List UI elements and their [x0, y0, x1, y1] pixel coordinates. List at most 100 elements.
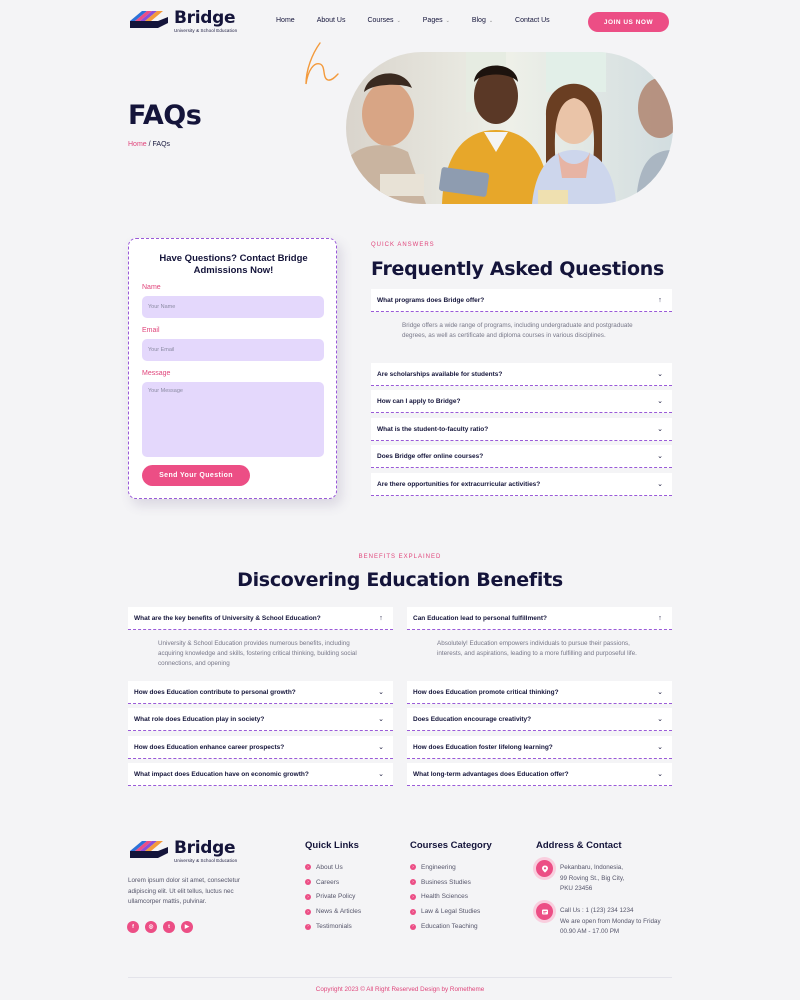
nav-pages[interactable]: Pages ⌄	[423, 17, 450, 24]
quick-links-heading: Quick Links	[305, 840, 359, 851]
benefit-item[interactable]: What impact does Education have on econo…	[128, 763, 393, 786]
breadcrumb: Home / FAQs	[128, 141, 170, 148]
send-question-button[interactable]: Send Your Question	[142, 465, 250, 486]
address-line: 99 Roving St., Big City,	[560, 874, 625, 882]
brand-name: Bridge	[174, 838, 236, 858]
main-nav: Home About Us Courses ⌄ Pages ⌄ Blog ⌄ Cont…	[276, 17, 572, 24]
benefit-question: What role does Education play in society…	[134, 715, 265, 723]
chevron-down-icon: ⌄	[445, 17, 450, 24]
breadcrumb-home-link[interactable]: Home	[128, 141, 147, 148]
faq-question: How can I apply to Bridge?	[377, 397, 461, 405]
join-us-button[interactable]: JOIN US NOW	[588, 12, 669, 32]
phone-icon	[536, 903, 553, 920]
location-icon	[536, 860, 553, 877]
chevron-down-icon: ⌄	[657, 426, 663, 433]
chevron-down-icon: ⌄	[378, 771, 384, 778]
benefit-question: What long-term advantages does Education…	[413, 770, 569, 778]
facebook-icon[interactable]: f	[127, 921, 139, 933]
arrow-right-icon: ›	[305, 864, 311, 871]
site-header: Bridge University & School Education Hom…	[0, 0, 800, 44]
footer-link-label: Testimonials	[316, 923, 352, 931]
footer-link-label: Private Policy	[316, 893, 356, 901]
footer-link[interactable]: › Business Studies	[410, 875, 480, 890]
faq-question: What programs does Bridge offer?	[377, 296, 485, 304]
message-textarea[interactable]: Your Message	[142, 382, 324, 457]
name-field[interactable]: Your Name	[142, 296, 324, 318]
nav-blog[interactable]: Blog ⌄	[472, 17, 493, 24]
footer-link-label: Education Teaching	[421, 923, 478, 931]
chevron-down-icon: ⌄	[657, 716, 663, 723]
youtube-icon[interactable]: ▶	[181, 921, 193, 933]
faq-question: What is the student-to-faculty ratio?	[377, 425, 489, 433]
footer-brand-logo[interactable]: Bridge University & School Education	[128, 839, 237, 864]
footer-link[interactable]: › Careers	[305, 875, 361, 890]
breadcrumb-current: FAQs	[152, 141, 171, 148]
benefits-eyebrow: BENEFITS EXPLAINED	[358, 554, 442, 560]
benefit-question: Does Education encourage creativity?	[413, 715, 532, 723]
footer-link-label: About Us	[316, 863, 343, 871]
chevron-down-icon: ⌄	[657, 453, 663, 460]
footer-link[interactable]: › Engineering	[410, 860, 480, 875]
nav-about-us[interactable]: About Us	[317, 17, 346, 24]
address-line: PKU 23456	[560, 885, 593, 892]
footer-divider	[128, 977, 672, 978]
faq-question: Are scholarships available for students?	[377, 370, 503, 378]
chevron-down-icon: ⌄	[657, 771, 663, 778]
courses-category-list: › Engineering › Business Studies › Health S…	[410, 860, 480, 934]
benefit-item[interactable]: How does Education enhance career prospe…	[128, 736, 393, 759]
twitter-icon[interactable]: t	[163, 921, 175, 933]
faq-question: Does Bridge offer online courses?	[377, 452, 484, 460]
footer-link[interactable]: › About Us	[305, 860, 361, 875]
faq-item[interactable]: How can I apply to Bridge? ⌄	[371, 390, 672, 413]
benefit-item[interactable]: What long-term advantages does Education…	[407, 763, 672, 786]
faq-item[interactable]: Does Bridge offer online courses? ⌄	[371, 445, 672, 468]
benefit-question: How does Education foster lifelong learn…	[413, 743, 553, 751]
email-field[interactable]: Your Email	[142, 339, 324, 361]
benefit-item-open[interactable]: What are the key benefits of University …	[128, 607, 393, 630]
brand-logo[interactable]: Bridge University & School Education	[128, 9, 237, 34]
faq-item[interactable]: Are scholarships available for students?…	[371, 363, 672, 386]
faq-item-open[interactable]: What programs does Bridge offer? ↑	[371, 289, 672, 312]
arrow-right-icon: ›	[410, 893, 416, 900]
benefit-item[interactable]: How does Education contribute to persona…	[128, 681, 393, 704]
footer-link-label: Law & Legal Studies	[421, 908, 481, 916]
brand-tagline: University & School Education	[174, 858, 238, 863]
arrow-right-icon: ›	[410, 879, 416, 886]
benefit-item[interactable]: Does Education encourage creativity? ⌄	[407, 708, 672, 731]
chevron-down-icon: ⌄	[378, 744, 384, 751]
footer-link[interactable]: › Testimonials	[305, 919, 361, 934]
nav-courses[interactable]: Courses ⌄	[367, 17, 400, 24]
faq-title: Frequently Asked Questions	[371, 258, 664, 280]
benefit-item[interactable]: How does Education promote critical thin…	[407, 681, 672, 704]
chevron-down-icon: ⌄	[657, 398, 663, 405]
footer-link[interactable]: › Education Teaching	[410, 919, 480, 934]
brand-tagline: University & School Education	[174, 28, 238, 33]
footer-link[interactable]: › Health Sciences	[410, 890, 480, 905]
chevron-down-icon: ⌄	[657, 689, 663, 696]
arrow-right-icon: ›	[410, 864, 416, 871]
arrow-right-icon: ›	[305, 879, 311, 886]
footer-link[interactable]: › Law & Legal Studies	[410, 904, 480, 919]
faq-item[interactable]: What is the student-to-faculty ratio? ⌄	[371, 418, 672, 441]
email-label: Email	[142, 327, 160, 334]
nav-home[interactable]: Home	[276, 17, 295, 24]
nav-contact-us[interactable]: Contact Us	[515, 17, 550, 24]
benefit-answer: University & School Education provides n…	[158, 640, 357, 667]
arrow-right-icon: ›	[305, 923, 311, 930]
benefit-item[interactable]: How does Education foster lifelong learn…	[407, 736, 672, 759]
benefit-item[interactable]: What role does Education play in society…	[128, 708, 393, 731]
footer-link[interactable]: › News & Articles	[305, 904, 361, 919]
chevron-down-icon: ⌄	[657, 744, 663, 751]
message-label: Message	[142, 370, 171, 377]
address-line: Pekanbaru, Indonesia,	[560, 864, 624, 871]
contact-form-card: Have Questions? Contact Bridge Admission…	[128, 238, 337, 499]
chevron-down-icon: ⌄	[657, 371, 663, 378]
footer-link[interactable]: › Private Policy	[305, 890, 361, 905]
footer-link-label: Health Sciences	[421, 893, 468, 901]
instagram-icon[interactable]: ◎	[145, 921, 157, 933]
quick-links-list: › About Us › Careers › Private Policy › News…	[305, 860, 361, 934]
nav-label: Courses	[367, 17, 394, 24]
benefit-item-open[interactable]: Can Education lead to personal fulfillme…	[407, 607, 672, 630]
benefit-answer: Absolutely! Education empowers individua…	[437, 640, 637, 657]
faq-item[interactable]: Are there opportunities for extracurricu…	[371, 473, 672, 496]
